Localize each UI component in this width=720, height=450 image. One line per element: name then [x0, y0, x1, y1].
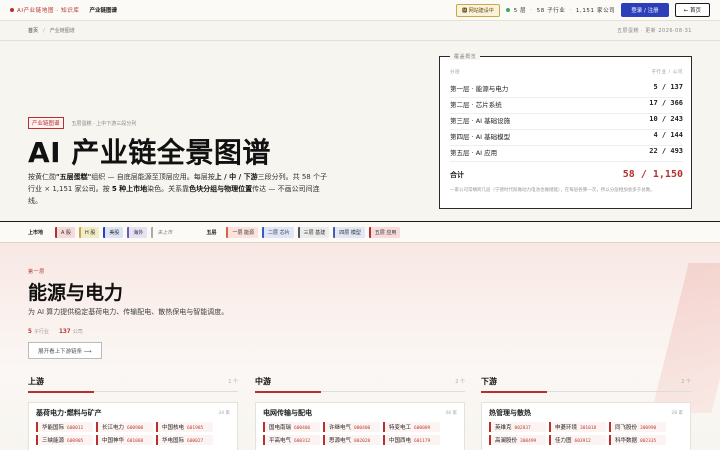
company-chip[interactable]: 中国核电 601985	[156, 422, 213, 432]
card-header: 分层 子行业 / 公司	[450, 70, 683, 75]
breadcrumb-home[interactable]: 首页	[28, 27, 38, 34]
section-stats: 5 子行业 137 公司	[28, 327, 83, 335]
company-chip[interactable]: 平高电气 600312	[263, 435, 320, 445]
brand[interactable]: AI产业链地图 · 知识库	[10, 6, 79, 14]
hero-description: 按黄仁勋"五层蛋糕"组织 — 自底层能源至顶层应用。每层按上 / 中 / 下游三…	[28, 173, 327, 205]
company-chip[interactable]: 佳力图 603912	[549, 435, 606, 445]
section-description: 为 AI 算力提供稳定基荷电力、传输配电、散热保电与智能调度。	[28, 308, 229, 316]
company-chip[interactable]: 许继电气 000400	[323, 422, 380, 432]
chip-overseas[interactable]: 海外	[127, 226, 148, 238]
company-chip[interactable]: 长江电力 600900	[96, 422, 153, 432]
online-dot-icon	[505, 8, 510, 12]
layer-row[interactable]: 第四层 · AI 基础模型 4 / 144	[450, 131, 683, 146]
company-chip[interactable]: 同飞股份 300990	[609, 422, 666, 432]
column-downstream: 下游 2 个 热管理与散热 28 家 英维克 002837 申菱环境 301018 …	[481, 376, 691, 450]
company-chip[interactable]: 思源电气 002028	[323, 435, 380, 445]
section-title: 能源与电力	[28, 282, 124, 304]
chip-us-share[interactable]: 美股	[103, 226, 124, 238]
update-info: 五层蛋糕 · 更新 2026·08·31	[617, 28, 692, 34]
company-chip[interactable]: 三峡能源 600905	[36, 435, 93, 445]
subindustry-card[interactable]: 基荷电力·燃料与矿产 34 家 华能国际 600011 长江电力 600900 中国…	[28, 402, 238, 450]
status-badge: 🅼 网站建设中	[456, 3, 500, 17]
chip-layer-4[interactable]: 四层 模型	[333, 226, 365, 238]
stat-companies: 1,151 家公司	[575, 8, 616, 14]
subindustry-card[interactable]: 热管理与散热 28 家 英维克 002837 申菱环境 301018 同飞股份 300…	[481, 402, 691, 450]
chip-a-share[interactable]: A 股	[55, 226, 76, 238]
column-count: 2 个	[681, 379, 691, 385]
filter-bar: 上市地 A 股 H 股 美股 海外 未上市 五层 一层 能源 二层 芯片 三层 …	[0, 221, 720, 243]
layer-row[interactable]: 第五层 · AI 应用 22 / 493	[450, 147, 683, 162]
market-filter-title: 上市地	[28, 229, 44, 236]
top-bar: AI产业链地图 · 知识库 产业链图谱 🅼 网站建设中 5 层 · 58 子行业…	[0, 0, 720, 21]
subindustry-count: 28 家	[671, 411, 683, 416]
brand-title: AI产业链地图 · 知识库	[17, 8, 80, 14]
chip-layer-1[interactable]: 一层 能源	[226, 226, 259, 238]
company-chip[interactable]: 高澜股份 300499	[489, 435, 546, 445]
layer-row[interactable]: 第二层 · 芯片系统 17 / 366	[450, 99, 683, 114]
column-count: 1 个	[228, 379, 238, 385]
company-chip[interactable]: 申菱环境 301018	[549, 422, 606, 432]
company-chip[interactable]: 中国西电 601179	[383, 435, 440, 445]
layer-row[interactable]: 第三层 · AI 基础设施 10 / 243	[450, 115, 683, 130]
brand-dot-icon	[10, 8, 14, 12]
subindustry-title: 电网传输与配电	[263, 409, 312, 417]
home-button[interactable]: ← 首页	[674, 3, 710, 17]
card-label: 覆盖概览	[450, 53, 481, 60]
nav-map-link[interactable]: 产业链图谱	[89, 6, 117, 14]
subindustry-title: 基荷电力·燃料与矿产	[36, 409, 102, 417]
page-title: AI 产业链全景图谱	[28, 136, 271, 169]
hero-tag-row: 产业链图谱 五层蛋糕 · 上中下游三段分列	[28, 117, 136, 129]
column-title: 中游	[255, 377, 271, 386]
column-title: 下游	[481, 377, 497, 386]
company-chip[interactable]: 国电南瑞 600406	[263, 422, 320, 432]
total-row: 合计 58 / 1,150	[450, 169, 683, 180]
chip-layer-5[interactable]: 五层 应用	[368, 226, 401, 238]
coverage-card: 覆盖概览 分层 子行业 / 公司 第一层 · 能源与电力 5 / 137 第二层 …	[439, 53, 692, 209]
hero-subtitle: 五层蛋糕 · 上中下游三段分列	[71, 120, 137, 127]
company-chip[interactable]: 英维克 002837	[489, 422, 546, 432]
breadcrumb: 首页 / 产业链图谱 五层蛋糕 · 更新 2026·08·31	[0, 21, 720, 41]
layer-filter-title: 五层	[206, 229, 217, 236]
company-chip[interactable]: 华电国际 600027	[156, 435, 213, 445]
company-chip[interactable]: 中国神华 601088	[96, 435, 153, 445]
company-chip[interactable]: 华能国际 600011	[36, 422, 93, 432]
header-stats: 5 层 · 58 子行业 · 1,151 家公司	[505, 6, 616, 14]
card-note: 一家公司常横跨几层（宁德时代既做动力电池也做储能），在每层各算一次，所以分层相加…	[450, 188, 655, 193]
column-title: 上游	[28, 377, 44, 386]
login-button[interactable]: 登录 / 注册	[621, 3, 669, 17]
breadcrumb-current: 产业链图谱	[49, 28, 75, 34]
breadcrumb-separator: /	[43, 27, 45, 34]
expand-chain-button[interactable]: 展开看上下游链条 ⟶	[28, 342, 102, 359]
layer-row[interactable]: 第一层 · 能源与电力 5 / 137	[450, 83, 683, 98]
chip-layer-3[interactable]: 三层 基建	[297, 226, 330, 238]
layer-section: 第一层 能源与电力 为 AI 算力提供稳定基荷电力、传输配电、散热保电与智能调度…	[0, 243, 720, 450]
subindustry-count: 48 家	[445, 411, 457, 416]
stat-layers: 5 层	[513, 8, 527, 14]
column-upstream: 上游 1 个 基荷电力·燃料与矿产 34 家 华能国际 600011 长江电力 60…	[28, 376, 238, 450]
stat-subindustries: 58 子行业	[536, 8, 566, 14]
company-chip[interactable]: 特变电工 600089	[383, 422, 440, 432]
company-chip[interactable]: 科华数据 002335	[609, 435, 666, 445]
chip-h-share[interactable]: H 股	[79, 226, 100, 238]
section-kicker: 第一层	[28, 269, 45, 275]
subindustry-card[interactable]: 电网传输与配电 48 家 国电南瑞 600406 许继电气 000400 特变电工 6…	[255, 402, 465, 450]
subindustry-title: 热管理与散热	[489, 409, 531, 417]
subindustry-count: 34 家	[218, 411, 230, 416]
hero-tag: 产业链图谱	[28, 117, 64, 129]
column-count: 2 个	[455, 379, 465, 385]
column-midstream: 中游 2 个 电网传输与配电 48 家 国电南瑞 600406 许继电气 00040…	[255, 376, 465, 450]
chip-unlisted[interactable]: 未上市	[151, 226, 176, 238]
chip-layer-2[interactable]: 二层 芯片	[262, 226, 294, 238]
